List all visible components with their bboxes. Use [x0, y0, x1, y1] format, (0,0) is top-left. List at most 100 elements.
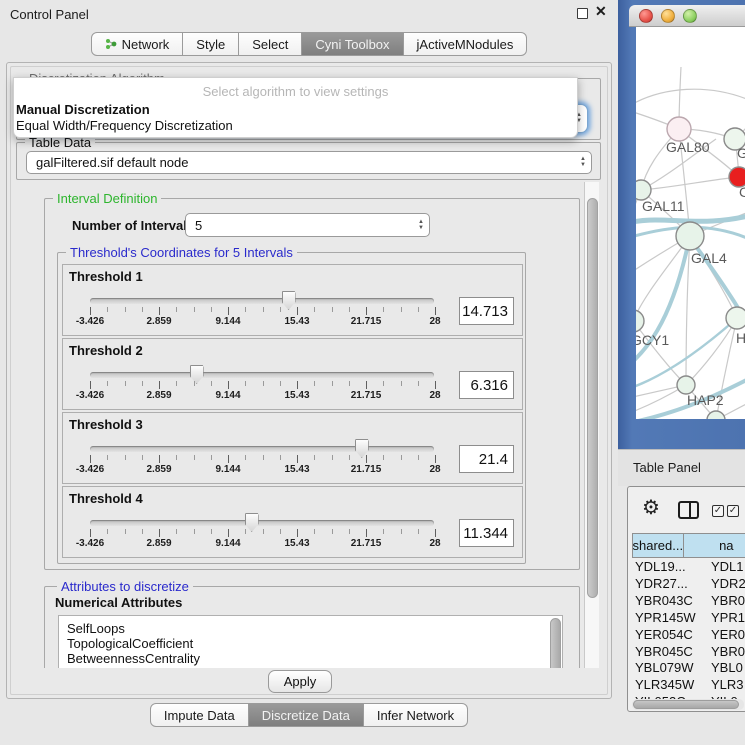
algorithm-placeholder: Select algorithm to view settings [14, 84, 577, 99]
network-node-label: GAL4 [691, 250, 727, 266]
network-node-gal80[interactable] [667, 117, 691, 141]
threshold-coordinates-title: Threshold's Coordinates for 5 Intervals [66, 245, 297, 260]
network-node-label: C [739, 184, 745, 200]
table-cell: YPR145W [635, 610, 707, 625]
slider-tick-label: -3.426 [76, 538, 104, 549]
settings-scrollbar[interactable] [584, 182, 599, 668]
settings-scroll-viewport: Interval Definition Number of Intervals … [12, 182, 584, 668]
table-cell: YBL079W [635, 660, 707, 675]
close-traffic-light-icon[interactable] [639, 9, 653, 23]
threshold-slider-track[interactable] [90, 520, 434, 526]
attribute-list-item[interactable]: BetweennessCentrality [67, 651, 200, 666]
bottom-tab-bar: Impute DataDiscretize DataInfer Network [0, 703, 618, 727]
table-row[interactable]: YBR045CYBR0 [632, 644, 745, 661]
table-cell: YDL1 [711, 559, 744, 574]
slider-ticks [90, 455, 435, 464]
tab-label: Select [252, 37, 288, 52]
table-data-combobox[interactable]: galFiltered.sif default node ▲▼ [26, 151, 592, 174]
network-graph[interactable]: GAL80 GA C GAL11 GAL4 GCY1 H HAP2 [636, 27, 745, 419]
network-node-gal4[interactable] [676, 222, 704, 250]
threshold-slider-track[interactable] [90, 298, 434, 304]
tab-impute-data[interactable]: Impute Data [150, 703, 249, 727]
interval-definition-title: Interval Definition [53, 191, 161, 206]
apply-button[interactable]: Apply [268, 670, 332, 693]
tab-network[interactable]: Network [91, 32, 184, 56]
numerical-attributes-list[interactable]: SelfLoopsTopologicalCoefficientBetweenne… [58, 615, 563, 668]
zoom-traffic-light-icon[interactable] [683, 9, 697, 23]
tab-infer-network[interactable]: Infer Network [364, 703, 468, 727]
network-canvas[interactable]: GAL80 GA C GAL11 GAL4 GCY1 H HAP2 [636, 27, 745, 419]
table-row[interactable]: YER054CYER0 [632, 627, 745, 644]
close-icon[interactable]: ✕ [595, 3, 607, 20]
popup-item-manual-discretization[interactable]: Manual Discretization [16, 102, 575, 118]
number-of-intervals-combobox[interactable]: 5 ▲▼ [185, 213, 430, 237]
network-node-label: GAL11 [642, 198, 685, 214]
column-split-icon[interactable] [678, 501, 699, 519]
checkbox-icon[interactable]: ✓ [727, 505, 739, 517]
table-row[interactable]: YDL19... YDL1 [632, 559, 745, 576]
tab-discretize-data[interactable]: Discretize Data [249, 703, 364, 727]
network-window-titlebar[interactable] [629, 5, 745, 27]
slider-tick-label: 28 [429, 464, 440, 475]
popup-item-equal-width-frequency[interactable]: Equal Width/Frequency Discretization [16, 118, 575, 134]
threshold-value-input[interactable] [459, 445, 514, 473]
slider-tick-label: 15.43 [284, 464, 309, 475]
network-icon [105, 38, 117, 50]
table-column-header[interactable]: shared... [632, 533, 684, 558]
table-cell: YBR0 [711, 644, 745, 659]
network-node-label: GCY1 [636, 332, 669, 348]
slider-tick-label: 21.715 [351, 464, 382, 475]
list-scrollbar-thumb[interactable] [550, 618, 561, 668]
attribute-list-item[interactable]: TopologicalCoefficient [67, 636, 193, 651]
table-row[interactable]: YLR345WYLR3 [632, 677, 745, 694]
network-node-gcy1[interactable] [636, 310, 644, 332]
settings-scrollbar-thumb[interactable] [587, 198, 598, 598]
threshold-value-input[interactable] [459, 519, 514, 547]
numerical-attributes-label: Numerical Attributes [55, 595, 182, 610]
table-cell: YER054C [635, 627, 707, 642]
table-column-header[interactable]: na [684, 533, 745, 558]
table-cell: YPR1 [711, 610, 745, 625]
slider-tick-label: 9.144 [215, 390, 240, 401]
table-hscrollbar-thumb[interactable] [633, 700, 739, 709]
checkbox-icon[interactable]: ✓ [712, 505, 724, 517]
threshold-label: Threshold 4 [69, 491, 143, 506]
network-node-h[interactable] [726, 307, 745, 329]
threshold-value-input[interactable] [459, 371, 514, 399]
attribute-list-item[interactable]: SelfLoops [67, 621, 125, 636]
slider-ticks [90, 529, 435, 538]
network-node-label: HAP2 [687, 392, 724, 408]
slider-tick-label: 9.144 [215, 464, 240, 475]
table-panel-title: Table Panel [633, 460, 701, 475]
table-row[interactable]: YBL079WYBL0 [632, 660, 745, 677]
slider-tick-label: -3.426 [76, 464, 104, 475]
list-scrollbar[interactable] [550, 618, 561, 668]
tab-select[interactable]: Select [239, 32, 302, 56]
tab-cyni-toolbox[interactable]: Cyni Toolbox [302, 32, 403, 56]
float-window-icon[interactable] [577, 8, 588, 19]
table-row[interactable]: YPR145W YPR1 [632, 610, 745, 627]
threshold-slider-track[interactable] [90, 372, 434, 378]
slider-tick-label: 2.859 [146, 538, 171, 549]
tab-jactivemnodules[interactable]: jActiveMNodules [404, 32, 528, 56]
table-row[interactable]: YBR043CYBR0 [632, 593, 745, 610]
threshold-value-input[interactable] [459, 297, 514, 325]
slider-tick-labels: -3.4262.8599.14415.4321.71528 [90, 464, 435, 476]
tab-label: Network [122, 37, 170, 52]
table-cell: YDL19... [635, 559, 707, 574]
minimize-traffic-light-icon[interactable] [661, 9, 675, 23]
network-node-label: H [736, 330, 745, 346]
tab-style[interactable]: Style [183, 32, 239, 56]
threshold-label: Threshold 1 [69, 269, 143, 284]
network-node-gal11[interactable] [636, 180, 651, 200]
gear-icon[interactable]: ⚙ [642, 495, 660, 520]
threshold-slider-track[interactable] [90, 446, 434, 452]
network-node-label: GA [737, 145, 745, 161]
slider-tick-labels: -3.4262.8599.14415.4321.71528 [90, 316, 435, 328]
slider-tick-label: 21.715 [351, 316, 382, 327]
slider-tick-label: 9.144 [215, 316, 240, 327]
table-row[interactable]: YDR27...YDR2 [632, 576, 745, 593]
threshold-label: Threshold 3 [69, 417, 143, 432]
table-horizontal-scrollbar[interactable] [632, 699, 744, 710]
network-node-label: GAL80 [666, 139, 710, 155]
